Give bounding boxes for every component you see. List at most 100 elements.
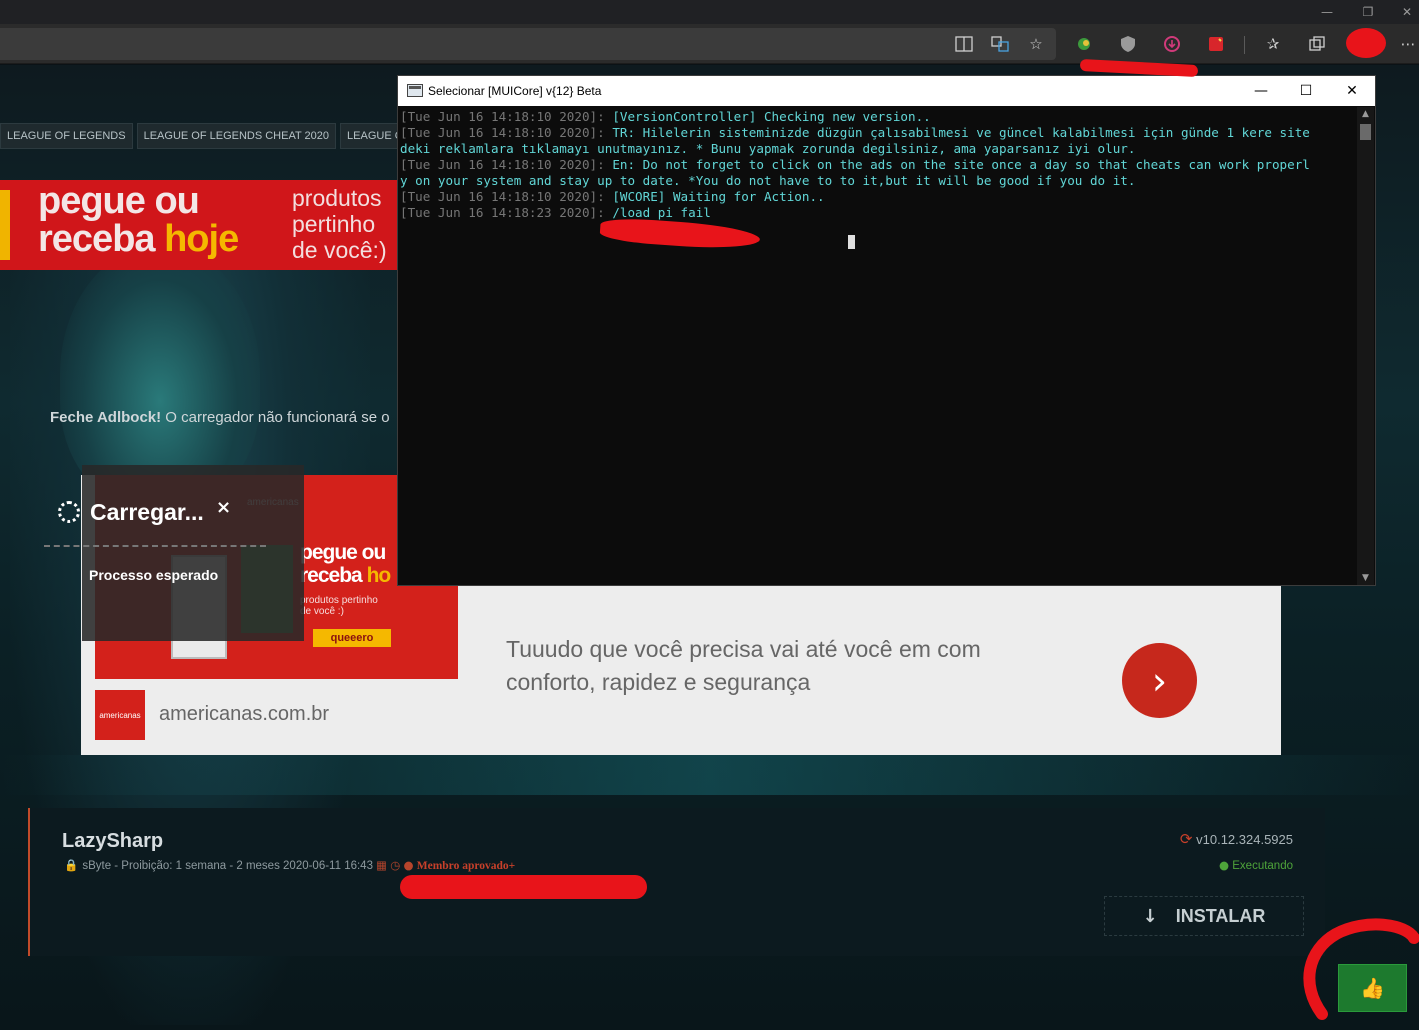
scroll-thumb[interactable]	[1360, 124, 1371, 140]
toolbar-separator	[1244, 36, 1245, 54]
loader-close-icon[interactable]: ×	[216, 497, 231, 518]
console-app-icon	[407, 84, 423, 97]
install-label: INSTALAR	[1175, 905, 1266, 926]
info-icon: ●	[403, 858, 414, 872]
ad-cta-button[interactable]: queeero	[313, 629, 391, 647]
close-icon[interactable]: ✕	[1384, 0, 1419, 24]
product-version-text: v10.12.324.5925	[1196, 832, 1293, 847]
red-circle-mark	[1303, 918, 1419, 1020]
console-message: deki reklamlara tıklamayı unutmayınız. *…	[400, 141, 1136, 156]
product-name: LazySharp	[62, 830, 164, 852]
console-message: TR: Hilelerin sisteminizde düzgün çalısa…	[612, 125, 1310, 140]
loader-subtitle: Processo esperado	[89, 567, 219, 583]
product-meta-text: sByte - Proibição: 1 semana - 2 meses 20…	[82, 860, 373, 872]
console-window[interactable]: Selecionar [MUICore] v{12} Beta — ☐ ✕ [T…	[397, 75, 1376, 586]
banner-line1: pegue ou	[38, 180, 200, 222]
top-ad-banner[interactable]: pegue ou receba hoje produtos pertinho d…	[0, 180, 398, 270]
console-timestamp: [Tue Jun 16 14:18:10 2020]:	[400, 157, 613, 172]
adblock-notice-text: O carregador não funcionará se o	[161, 409, 390, 426]
console-message: [WCORE] Waiting for Action..	[612, 189, 825, 204]
extension-red-icon[interactable]	[1204, 32, 1228, 56]
calendar-icon: ▦	[376, 858, 388, 872]
console-message: /load pi fail	[612, 205, 711, 220]
more-menu-icon[interactable]: ⋯	[1396, 32, 1419, 56]
browser-titlebar: — ❐ ✕	[0, 0, 1419, 24]
product-version: ⟳ v10.12.324.5925	[1180, 830, 1293, 848]
lock-icon: 🔒	[64, 858, 79, 872]
clock-icon: ◷	[390, 858, 401, 872]
scroll-up-icon[interactable]: ▲	[1357, 107, 1374, 121]
download-extension-icon[interactable]	[1160, 32, 1184, 56]
console-output[interactable]: [Tue Jun 16 14:18:10 2020]: [VersionCont…	[400, 109, 1356, 579]
console-title: Selecionar [MUICore] v{12} Beta	[428, 84, 602, 98]
console-line: [Tue Jun 16 14:18:10 2020]: TR: Hileleri…	[400, 125, 1356, 141]
browser-toolbar: ☆ ✰ ⋯	[0, 24, 1419, 64]
console-minimize-icon[interactable]: —	[1238, 76, 1284, 106]
console-cursor	[848, 235, 855, 249]
extension-icon[interactable]	[1072, 32, 1096, 56]
favorite-star-icon[interactable]: ☆	[1024, 32, 1048, 56]
loader-title: Carregar...	[90, 499, 204, 525]
red-redaction-mark	[1346, 28, 1386, 58]
banner-headline: pegue ou receba hoje	[38, 180, 239, 260]
console-message: [VersionController] Checking new version…	[612, 109, 931, 124]
adblock-notice-bold: Feche Adlbock!	[50, 409, 162, 426]
loader-divider	[44, 545, 266, 547]
banner-accent	[0, 190, 10, 260]
collections-icon[interactable]	[1305, 32, 1329, 56]
console-close-icon[interactable]: ✕	[1329, 76, 1375, 106]
loader-dialog: Carregar... × Processo esperado	[44, 465, 304, 641]
console-line: [Tue Jun 16 14:18:10 2020]: En: Do not f…	[400, 157, 1356, 173]
ad-headline-highlight: ho	[366, 564, 392, 587]
banner-side-text: produtos pertinho de você:)	[292, 185, 387, 263]
translate-icon[interactable]	[988, 32, 1012, 56]
product-card: LazySharp 🔒 sByte - Proibição: 1 semana -…	[28, 808, 1325, 956]
console-titlebar[interactable]: Selecionar [MUICore] v{12} Beta — ☐ ✕	[398, 76, 1375, 106]
ad-domain[interactable]: americanas.com.br	[159, 703, 329, 726]
product-status: ● Executando	[1219, 858, 1293, 872]
tag-link[interactable]: LEAGUE OF LEGENDS CHEAT 2020	[136, 123, 337, 149]
console-timestamp: [Tue Jun 16 14:18:10 2020]:	[400, 125, 613, 140]
address-bar[interactable]	[0, 28, 1056, 60]
spinner-icon	[58, 501, 80, 523]
status-icon: ●	[1219, 858, 1230, 872]
product-status-text: Executando	[1232, 860, 1293, 872]
tag-list: LEAGUE OF LEGENDS LEAGUE OF LEGENDS CHEA…	[0, 123, 458, 149]
ad-logo: americanas	[95, 690, 145, 740]
tag-link[interactable]: LEAGUE OF LEGENDS	[0, 123, 133, 149]
console-line: [Tue Jun 16 14:18:10 2020]: [VersionCont…	[400, 109, 1356, 125]
banner-highlight: hoje	[164, 218, 239, 260]
download-arrow-icon: ↓	[1142, 905, 1158, 927]
install-button[interactable]: ↓ INSTALAR	[1104, 896, 1304, 936]
ad-headline-line2: receba	[300, 564, 367, 587]
ad-description: Tuuudo que você precisa vai até você em …	[506, 636, 981, 695]
console-message: En: Do not forget to click on the ads on…	[612, 157, 1310, 172]
refresh-icon: ⟳	[1179, 830, 1193, 848]
scroll-down-icon[interactable]: ▼	[1357, 571, 1374, 585]
ublock-shield-icon[interactable]	[1116, 32, 1140, 56]
member-badge: Membro aprovado+	[416, 860, 516, 872]
console-line: [Tue Jun 16 14:18:23 2020]: /load pi fai…	[400, 205, 1356, 221]
ad-headline: pegue ou receba ho	[300, 541, 392, 587]
product-meta: 🔒 sByte - Proibição: 1 semana - 2 meses 2…	[64, 858, 515, 872]
console-timestamp: [Tue Jun 16 14:18:23 2020]:	[400, 205, 613, 220]
console-message: y on your system and stay up to date. *Y…	[400, 173, 1136, 188]
background-glow	[0, 755, 1419, 795]
adblock-notice: Feche Adlbock! O carregador não funciona…	[50, 409, 390, 426]
console-maximize-icon[interactable]: ☐	[1283, 76, 1329, 106]
console-line: y on your system and stay up to date. *Y…	[400, 173, 1356, 189]
ad-headline-line1: pegue ou	[300, 541, 386, 564]
ad-next-arrow-icon[interactable]: ›	[1122, 643, 1197, 718]
immersive-reader-icon[interactable]	[952, 32, 976, 56]
screenshot: — ❐ ✕ ☆ ✰ ⋯ LEAGUE OF LEGENDS LEAGUE OF …	[0, 0, 1419, 1030]
ad-subline: produtos pertinho de você :)	[300, 595, 378, 617]
banner-line2: receba	[38, 218, 165, 260]
console-timestamp: [Tue Jun 16 14:18:10 2020]:	[400, 189, 613, 204]
minimize-icon[interactable]: —	[1304, 0, 1350, 24]
console-line: deki reklamlara tıklamayı unutmayınız. *…	[400, 141, 1356, 157]
console-timestamp: [Tue Jun 16 14:18:10 2020]:	[400, 109, 613, 124]
console-scrollbar[interactable]: ▲ ▼	[1357, 107, 1374, 585]
red-underline-mark	[400, 875, 647, 899]
favorites-icon[interactable]: ✰	[1261, 32, 1285, 56]
console-line: [Tue Jun 16 14:18:10 2020]: [WCORE] Wait…	[400, 189, 1356, 205]
